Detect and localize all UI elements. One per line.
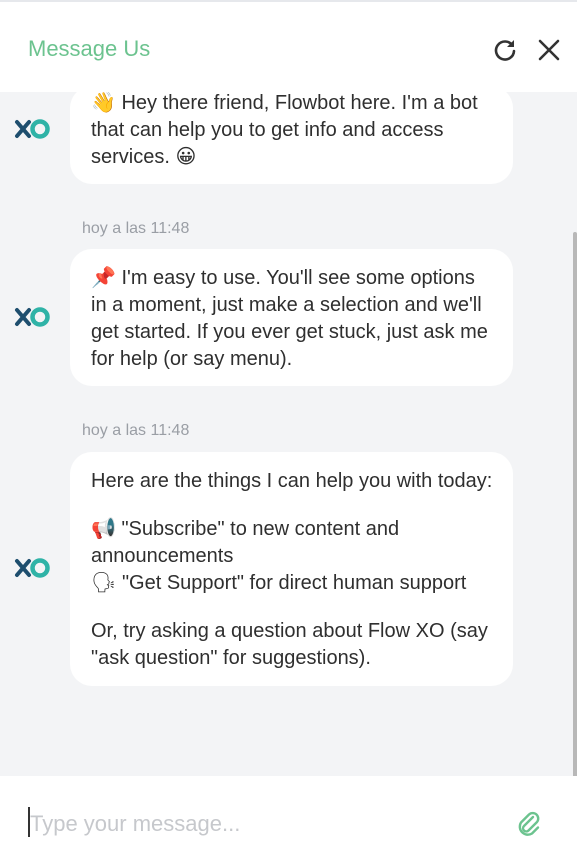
composer	[0, 776, 577, 864]
attach-button[interactable]	[516, 810, 542, 838]
message-input[interactable]	[28, 806, 492, 842]
chat-transcript[interactable]: 👋 Hey there friend, Flowbot here. I'm a …	[0, 92, 577, 776]
message-outro: Or, try asking a question about Flow XO …	[91, 620, 488, 669]
bot-avatar	[15, 558, 50, 578]
message-text: 👋 Hey there friend, Flowbot here. I'm a …	[91, 92, 478, 168]
chat-header: Message Us	[0, 2, 577, 92]
close-button[interactable]	[535, 36, 563, 64]
option-get-support: 🗣 "Get Support" for direct human support	[91, 572, 467, 594]
paperclip-icon	[518, 811, 540, 836]
message-timestamp: hoy a las 11:48	[82, 422, 190, 439]
message-bubble: 👋 Hey there friend, Flowbot here. I'm a …	[70, 92, 513, 184]
scrollbar[interactable]	[573, 232, 577, 776]
message-text: 📌 I'm easy to use. You'll see some optio…	[91, 267, 488, 370]
refresh-button[interactable]	[491, 36, 519, 64]
option-subscribe: 📢 "Subscribe" to new content and announc…	[91, 518, 400, 567]
close-icon	[538, 39, 560, 61]
message-bubble: 📌 I'm easy to use. You'll see some optio…	[70, 249, 513, 386]
message-bubble: Here are the things I can help you with …	[70, 452, 513, 686]
bot-avatar	[15, 307, 50, 327]
header-title: Message Us	[28, 36, 151, 61]
message-intro: Here are the things I can help you with …	[91, 470, 493, 492]
message-timestamp: hoy a las 11:48	[82, 220, 190, 237]
refresh-icon	[494, 40, 516, 61]
bot-avatar	[15, 119, 50, 139]
